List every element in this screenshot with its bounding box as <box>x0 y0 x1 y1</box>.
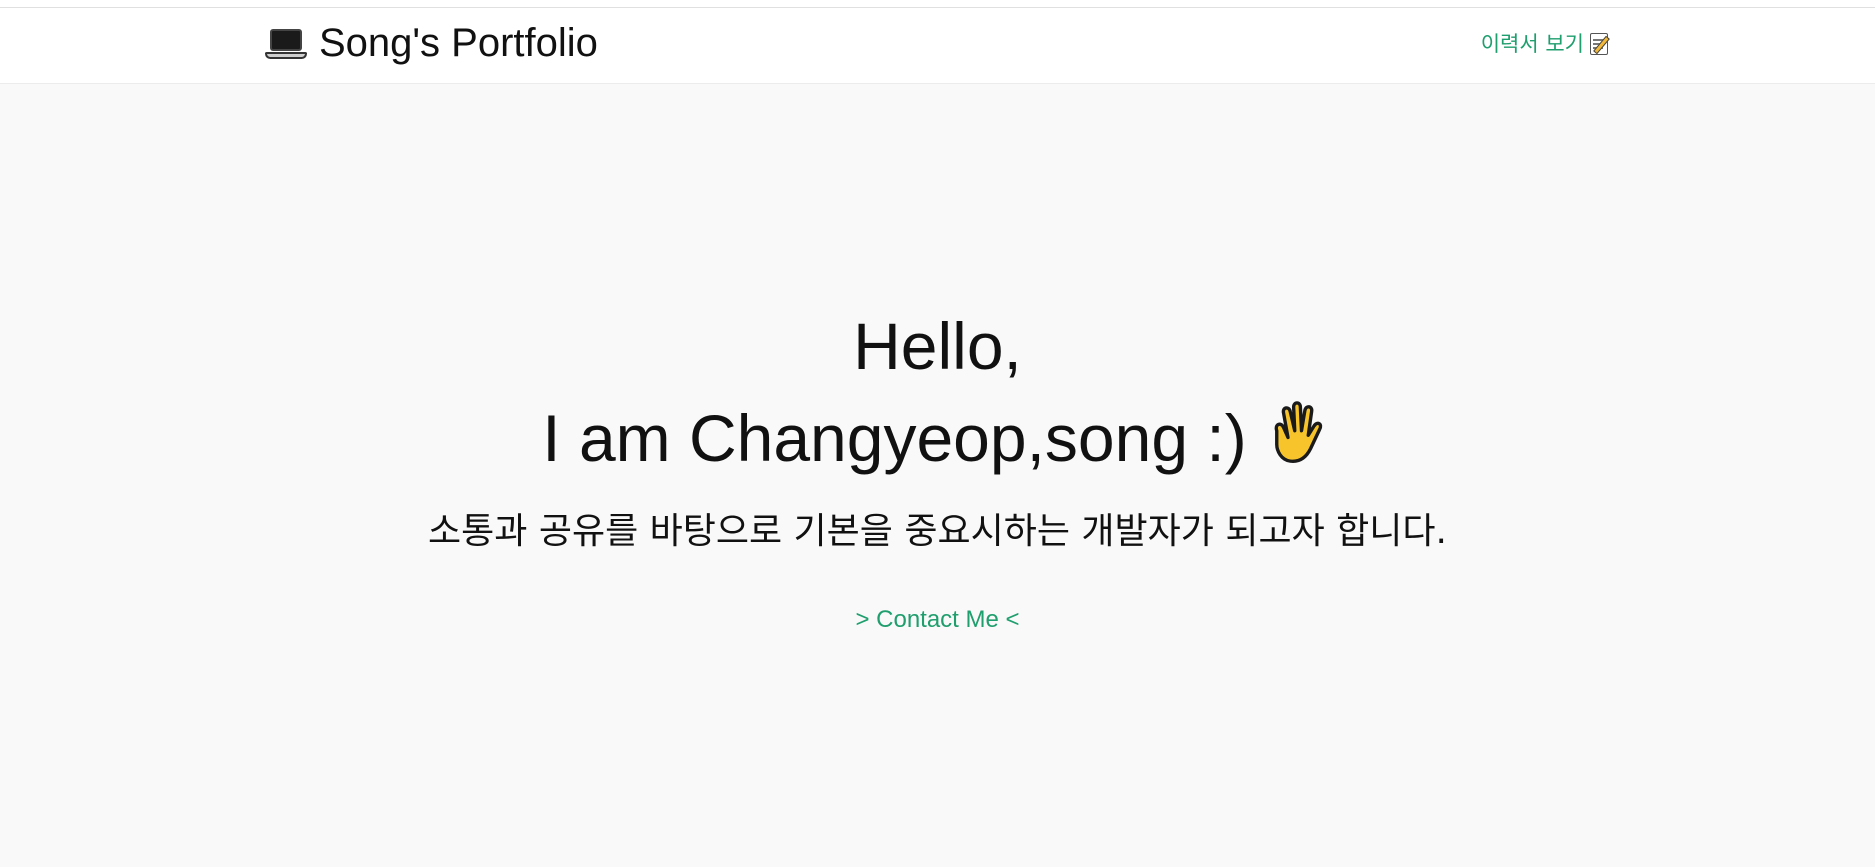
brand-link[interactable]: Song's Portfolio <box>265 21 598 66</box>
tagline: 소통과 공유를 바탕으로 기본을 중요시하는 개발자가 되고자 합니다. <box>428 511 1447 552</box>
raised-hand-icon <box>1274 401 1322 463</box>
resume-link[interactable]: 이력서 보기 <box>1481 28 1612 58</box>
hero-intro: I am Changyeop,song :) <box>0 392 1875 484</box>
resume-label: 이력서 보기 <box>1480 32 1584 56</box>
hero-greeting: Hello, <box>853 309 1022 383</box>
contact-me-link[interactable]: > Contact Me < <box>855 606 1019 634</box>
brand-label: Song's Portfolio <box>319 21 598 65</box>
top-border <box>0 0 1875 8</box>
navbar: Song's Portfolio 이력서 보기 <box>0 8 1875 84</box>
hero-intro-text: I am Changyeop,song :) <box>542 401 1247 475</box>
laptop-icon <box>265 27 307 61</box>
hero-section: Hello, I am Changyeop,song :) 소통과 공유를 바탕… <box>0 300 1875 634</box>
memo-icon <box>1590 31 1612 55</box>
